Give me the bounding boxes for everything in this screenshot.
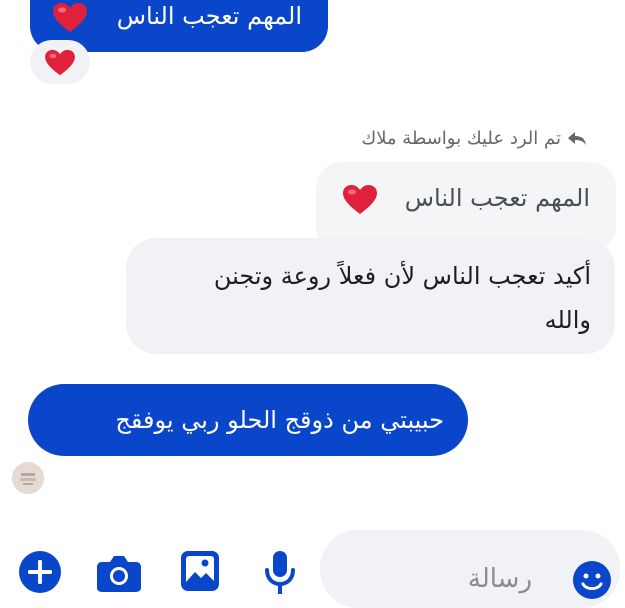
heart-icon: [44, 49, 76, 81]
plus-circle-icon: [19, 551, 61, 593]
microphone-button[interactable]: [264, 550, 296, 594]
message-input[interactable]: رسالة: [320, 530, 620, 608]
camera-icon: [97, 556, 141, 592]
image-icon: [181, 551, 219, 591]
camera-button[interactable]: [96, 552, 142, 592]
received-message-bubble[interactable]: أكيد تعجب الناس لأن فعلاً روعة وتجنن وال…: [126, 238, 615, 354]
smiley-icon: [573, 561, 611, 599]
sent-message-bubble[interactable]: حبيبتي من ذوقج الحلو ربي يوفقج: [28, 384, 468, 456]
microphone-icon: [265, 551, 295, 594]
add-button[interactable]: [18, 550, 62, 594]
reaction-chip[interactable]: [30, 40, 90, 84]
heart-icon: [52, 2, 88, 34]
reply-arrow-icon: [567, 130, 587, 146]
gallery-button[interactable]: [180, 550, 220, 592]
received-message-line-2: والله: [544, 306, 591, 334]
received-message-line-1: أكيد تعجب الناس لأن فعلاً روعة وتجنن: [213, 262, 591, 290]
emoji-button[interactable]: [572, 560, 612, 600]
reply-header-text: تم الرد عليك بواسطة ملاك: [361, 127, 561, 149]
sent-message-text-top: المهم تعجب الناس: [116, 2, 302, 30]
reply-header: تم الرد عليك بواسطة ملاك: [361, 125, 587, 151]
composer-bar: رسالة: [0, 520, 625, 608]
heart-icon: [342, 184, 378, 220]
quoted-message-text: المهم تعجب الناس: [404, 184, 590, 212]
read-receipt-avatar: [12, 462, 44, 494]
message-input-placeholder: رسالة: [467, 564, 532, 594]
sent-message-text: حبيبتي من ذوقج الحلو ربي يوفقج: [115, 406, 444, 434]
